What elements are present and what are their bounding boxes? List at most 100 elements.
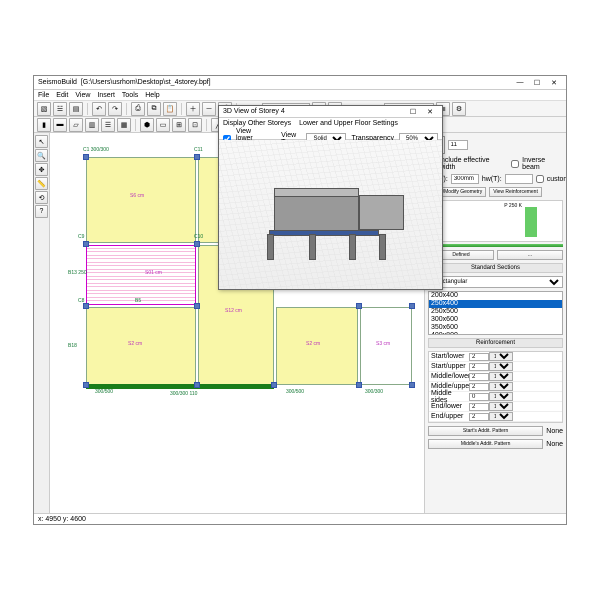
statusbar: x: 4950 y: 4600 <box>34 513 566 524</box>
bar-size-select[interactable]: 14mm <box>489 412 513 421</box>
column-label: C9 <box>78 234 84 240</box>
column-label: C11 <box>194 147 203 153</box>
slab-label: S01 cm <box>145 270 162 276</box>
model-section-icon[interactable]: ⊡ <box>188 118 202 132</box>
slab-label: S12 cm <box>225 308 242 314</box>
custom-checkbox[interactable] <box>536 175 544 183</box>
tool-save-icon[interactable]: ▤ <box>69 102 83 116</box>
reinf-row: Middle sides14mm <box>429 392 562 402</box>
model-grid-icon[interactable]: ⊞ <box>172 118 186 132</box>
slab-label: S2 cm <box>128 341 142 347</box>
bar-size-select[interactable]: 14mm <box>489 372 513 381</box>
tool-paste-icon[interactable]: 📋 <box>163 102 177 116</box>
tool-undo-icon[interactable]: ↶ <box>92 102 106 116</box>
measure-icon[interactable]: 📏 <box>35 177 48 190</box>
app-title: SeismoBuild <box>38 79 77 86</box>
help-icon[interactable]: ? <box>35 205 48 218</box>
bar-count-input[interactable] <box>469 383 489 391</box>
3d-view-dialog[interactable]: 3D View of Storey 4 ☐ ✕ Display Other St… <box>218 105 443 290</box>
dialog-title: 3D View of Storey 4 <box>223 108 285 115</box>
standard-sections-header: Standard Sections <box>428 263 563 273</box>
menu-insert[interactable]: Insert <box>97 92 115 99</box>
model-beam-icon[interactable]: ▬ <box>53 118 67 132</box>
pan-icon[interactable]: ✥ <box>35 163 48 176</box>
bar-size-select[interactable]: 14mm <box>489 352 513 361</box>
element-number-input[interactable] <box>448 140 468 150</box>
titlebar: SeismoBuild [G:\Users\usrhom\Desktop\st_… <box>34 76 566 90</box>
dim-label: 300/500 <box>286 389 304 395</box>
menu-help[interactable]: Help <box>145 92 159 99</box>
reinf-row: End/lower14mm <box>429 402 562 412</box>
bar-count-input[interactable] <box>469 353 489 361</box>
bar-size-select[interactable]: 14mm <box>489 362 513 371</box>
tool-zoomout-icon[interactable]: － <box>202 102 216 116</box>
tool-redo-icon[interactable]: ↷ <box>108 102 122 116</box>
status-coords: x: 4950 y: 4600 <box>38 516 86 523</box>
bar-count-input[interactable] <box>469 403 489 411</box>
rotate-icon[interactable]: ⟲ <box>35 191 48 204</box>
tool-open-icon[interactable]: ☱ <box>53 102 67 116</box>
bar-count-input[interactable] <box>469 363 489 371</box>
bar-size-select[interactable]: 14mm <box>489 402 513 411</box>
beam-label: B18 <box>68 343 77 349</box>
model-slab-icon[interactable]: ▱ <box>69 118 83 132</box>
start-pattern-button[interactable]: Start's Addit. Pattern <box>428 426 543 436</box>
section-preview: P 250 K <box>428 200 563 242</box>
menu-file[interactable]: File <box>38 92 49 99</box>
bar-count-input[interactable] <box>469 393 489 401</box>
model-foundation-icon[interactable]: ▦ <box>117 118 131 132</box>
menu-edit[interactable]: Edit <box>56 92 68 99</box>
beam-label: B13 250 <box>68 270 87 276</box>
reinf-row: Middle/lower14mm <box>429 372 562 382</box>
beam-label: B5 <box>135 298 141 304</box>
slab-label: S2 cm <box>306 341 320 347</box>
left-toolbar: ↖ 🔍 ✥ 📏 ⟲ ? <box>34 133 50 513</box>
bar-size-select[interactable]: 14mm <box>489 382 513 391</box>
column-label: C10 <box>194 234 203 240</box>
dim-label: 300/300 <box>365 389 383 395</box>
tool-settings-icon[interactable]: ⚙ <box>452 102 466 116</box>
reinf-row: Start/lower14mm <box>429 352 562 362</box>
bar-count-input[interactable] <box>469 373 489 381</box>
minimize-button[interactable]: — <box>512 77 528 88</box>
column-label: C8 <box>78 298 84 304</box>
model-plan-icon[interactable]: ▭ <box>156 118 170 132</box>
app-path: [G:\Users\usrhom\Desktop\st_4storey.bpf] <box>81 79 211 86</box>
shape-select[interactable]: Rectangular <box>428 276 563 288</box>
model-column-icon[interactable]: ▮ <box>37 118 51 132</box>
slab-label: S6 cm <box>130 193 144 199</box>
tool-new-icon[interactable]: ▧ <box>37 102 51 116</box>
tool-zoomin-icon[interactable]: ＋ <box>186 102 200 116</box>
reinforcement-grid: Start/lower14mmStart/upper14mmMiddle/low… <box>428 351 563 423</box>
menubar: File Edit View Insert Tools Help <box>34 90 566 101</box>
reinf-row: End/upper14mm <box>429 412 562 422</box>
reinf-row: Start/upper14mm <box>429 362 562 372</box>
tab-other[interactable]: ... <box>497 250 563 260</box>
hw-input[interactable] <box>505 174 533 184</box>
menu-tools[interactable]: Tools <box>122 92 138 99</box>
tool-copy-icon[interactable]: ⧉ <box>147 102 161 116</box>
dim-label: 300/300 110 <box>170 391 197 397</box>
maximize-button[interactable]: ☐ <box>529 77 545 88</box>
middle-pattern-button[interactable]: Middle's Addit. Pattern <box>428 439 543 449</box>
menu-view[interactable]: View <box>75 92 90 99</box>
tool-print-icon[interactable]: ⎙ <box>131 102 145 116</box>
dialog-maximize-button[interactable]: ☐ <box>405 106 421 117</box>
model-stair-icon[interactable]: ☰ <box>101 118 115 132</box>
bar-size-select[interactable]: 14mm <box>489 392 513 401</box>
properties-panel: B Include effective width Inverse beam b… <box>424 133 566 513</box>
column-label: C1 300/300 <box>83 147 109 153</box>
bw-input[interactable] <box>451 174 479 184</box>
view-reinforcement-button[interactable]: View Reinforcement <box>489 187 542 197</box>
close-button[interactable]: ✕ <box>546 77 562 88</box>
dialog-close-button[interactable]: ✕ <box>422 106 438 117</box>
model-wall-icon[interactable]: ▥ <box>85 118 99 132</box>
sections-listbox[interactable]: 200x400 250x400 250x500 300x600 350x600 … <box>428 291 563 335</box>
model-3d-icon[interactable]: ⬢ <box>140 118 154 132</box>
3d-viewport[interactable] <box>219 140 442 289</box>
select-icon[interactable]: ↖ <box>35 135 48 148</box>
bar-count-input[interactable] <box>469 413 489 421</box>
inverse-beam-checkbox[interactable] <box>511 160 519 168</box>
zoom-icon[interactable]: 🔍 <box>35 149 48 162</box>
slab-label: S3 cm <box>376 341 390 347</box>
